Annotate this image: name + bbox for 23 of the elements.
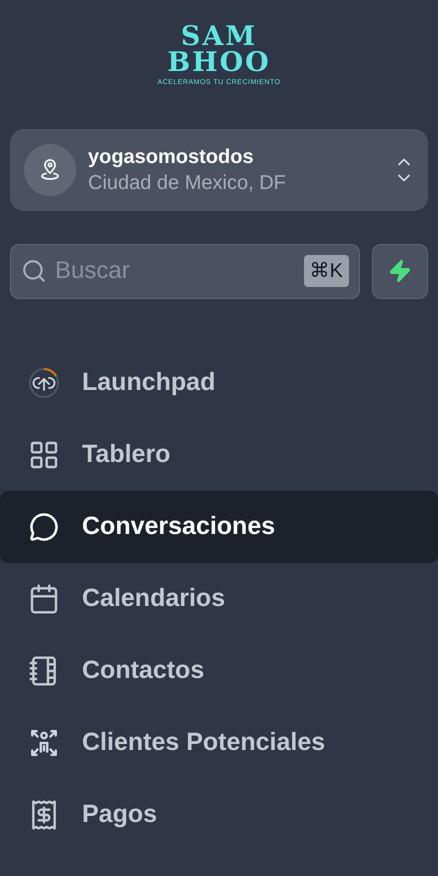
- launch-icon: [28, 366, 60, 398]
- account-name: yogasomostodos: [88, 144, 255, 170]
- account-location: Ciudad de Mexico, DF: [88, 170, 287, 196]
- nav-item[interactable]: Conversaciones: [0, 490, 438, 562]
- nav-item[interactable]: Pagos: [0, 778, 438, 850]
- logo-text: BHOO: [167, 50, 271, 76]
- chat-bubble-icon: [29, 512, 59, 542]
- search-icon: [21, 258, 47, 284]
- map-pin-icon: [38, 158, 62, 182]
- account-switcher[interactable]: yogasomostodos Ciudad de Mexico, DF: [10, 128, 428, 210]
- bolt-button[interactable]: [372, 244, 428, 298]
- nav-item[interactable]: Clientes Potenciales: [0, 706, 438, 778]
- search-bar[interactable]: Buscar ⌘K: [10, 244, 360, 298]
- bolt-icon: [388, 259, 412, 283]
- nav-item[interactable]: Calendarios: [0, 562, 438, 634]
- nav-item[interactable]: Launchpad: [0, 346, 438, 418]
- person-arrows-icon: [29, 728, 59, 758]
- search-field[interactable]: Buscar: [55, 253, 296, 289]
- nav-item[interactable]: Contactos: [0, 634, 438, 706]
- calendar-icon: [28, 582, 60, 614]
- shortcut-key: ⌘K: [304, 255, 349, 287]
- nav-item[interactable]: Tablero: [0, 418, 438, 490]
- logo-text: SAM: [180, 24, 258, 50]
